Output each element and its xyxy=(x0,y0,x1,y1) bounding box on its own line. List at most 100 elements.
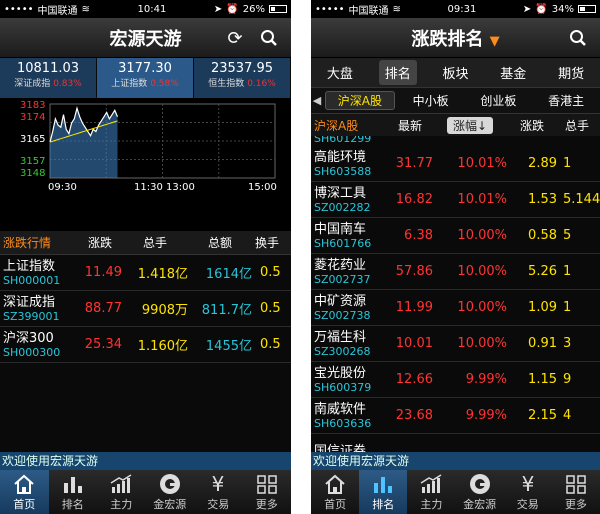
table-row[interactable]: 菱花药业 SZ002737 57.86 10.00% 5.26 1 xyxy=(311,254,600,290)
table-row[interactable]: 万福生科 SZ300268 10.01 10.00% 0.91 3 xyxy=(311,326,600,362)
tab-main-force[interactable]: 主力 xyxy=(407,470,455,514)
nav-bar: 涨跌排名 ▼ xyxy=(311,18,600,58)
change-value: 1.09 xyxy=(528,300,557,315)
pct-value: 10.01% xyxy=(457,192,507,207)
col-latest[interactable]: 最新 xyxy=(387,117,433,134)
index-szcz[interactable]: 10811.03 深证成指 0.83% xyxy=(0,58,97,98)
stock-code: SH600379 xyxy=(314,380,372,394)
subtab-sme[interactable]: 中小板 xyxy=(397,92,465,109)
welcome-ticker: 欢迎使用宏源天游 xyxy=(0,452,291,470)
subtab-gem[interactable]: 创业板 xyxy=(465,92,533,109)
change-value: 2.89 xyxy=(528,156,557,171)
tab-sector[interactable]: 板块 xyxy=(436,60,474,85)
stock-code: SH603588 xyxy=(314,164,372,178)
tab-label: 交易 xyxy=(516,498,539,511)
stock-name: 菱花药业 xyxy=(314,257,367,273)
clock: 10:41 xyxy=(137,3,167,15)
bar-chart-icon xyxy=(374,477,393,493)
refresh-icon[interactable]: ⟳ xyxy=(223,26,247,50)
y-tick: 3183 xyxy=(20,100,46,111)
tab-jinhongyuan[interactable]: 金宏源 xyxy=(456,470,504,514)
tab-home[interactable]: 首页 xyxy=(0,470,49,514)
header-market[interactable]: 涨跌行情 xyxy=(0,234,78,251)
yen-icon: ¥ xyxy=(212,473,225,495)
pct-value: 9.99% xyxy=(465,408,507,423)
change-value: 5.26 xyxy=(528,264,557,279)
tab-trade[interactable]: ¥ 交易 xyxy=(194,470,243,514)
volume-value: 4 xyxy=(563,408,572,423)
table-row[interactable]: 沪深300 SH000300 25.34 1.160亿 1455亿 0.5 xyxy=(0,327,291,363)
tab-ranking[interactable]: 排名 xyxy=(378,60,417,85)
volume-value: 5.144 xyxy=(563,192,600,207)
tab-more[interactable]: 更多 xyxy=(243,470,292,514)
stock-code: SZ002282 xyxy=(314,200,371,214)
stock-name: 博深工具 xyxy=(314,185,367,201)
subtab-hushen-a[interactable]: 沪深A股 xyxy=(325,91,395,110)
title-text: 涨跌排名 xyxy=(411,28,484,50)
partial-row-code: SH601299 xyxy=(314,136,372,145)
index-szzs[interactable]: 3177.30 上证指数 0.58% xyxy=(97,58,194,98)
tab-label: 更多 xyxy=(564,498,587,511)
col-change[interactable]: 涨跌 xyxy=(507,117,557,134)
tab-home[interactable]: 首页 xyxy=(311,470,359,514)
table-row[interactable]: 南威软件 SH603636 23.68 9.99% 2.15 4 xyxy=(311,398,600,434)
tab-trade[interactable]: ¥ 交易 xyxy=(504,470,552,514)
latest-value: 6.38 xyxy=(404,228,433,243)
tab-more[interactable]: 更多 xyxy=(552,470,600,514)
table-row[interactable]: 中矿资源 SZ002738 11.99 10.00% 1.09 1 xyxy=(311,290,600,326)
home-icon xyxy=(14,474,34,494)
index-value: 3177.30 xyxy=(118,61,172,76)
location-icon: ➤ xyxy=(213,3,223,15)
header-turnover[interactable]: 换手 xyxy=(252,234,282,251)
col-volume[interactable]: 总手 xyxy=(557,117,597,134)
battery-icon xyxy=(577,5,596,13)
chevron-left-icon[interactable]: ◀ xyxy=(311,94,323,107)
col-pct-sort[interactable]: 涨幅↓ xyxy=(446,116,494,134)
volume-value: 1 xyxy=(563,300,572,315)
header-volume[interactable]: 总手 xyxy=(122,234,188,251)
table-row[interactable]: 深证成指 SZ399001 88.77 9908万 811.7亿 0.5 xyxy=(0,291,291,327)
intraday-chart[interactable]: 3183 3174 3165 3157 3148 09:30 11:30 13:… xyxy=(0,98,291,231)
location-icon: ➤ xyxy=(522,3,532,15)
header-change[interactable]: 涨跌 xyxy=(78,234,122,251)
tab-main-force[interactable]: 主力 xyxy=(97,470,146,514)
stock-name: 南威软件 xyxy=(314,401,367,417)
pct-value: 10.00% xyxy=(457,336,507,351)
table-row[interactable]: 中国南车 SH601766 6.38 10.00% 0.58 5 xyxy=(311,218,600,254)
battery-percent: 34% xyxy=(551,3,574,15)
change-value: 2.15 xyxy=(528,408,557,423)
index-name: 上证指数 xyxy=(111,79,148,89)
tab-label: 主力 xyxy=(420,498,443,511)
latest-value: 31.77 xyxy=(395,156,433,171)
header-amount[interactable]: 总额 xyxy=(188,234,252,251)
market-subtabs: ◀ 沪深A股 中小板 创业板 香港主 xyxy=(311,88,600,114)
x-tick: 15:00 xyxy=(248,182,277,193)
screen-gap xyxy=(291,0,311,514)
home-icon xyxy=(325,474,345,494)
amount-value: 1614亿 xyxy=(205,267,252,282)
wifi-icon: ≋ xyxy=(392,3,401,15)
index-bar: 10811.03 深证成指 0.83% 3177.30 上证指数 0.58% 235… xyxy=(0,58,291,98)
stock-code: SZ300268 xyxy=(314,344,371,358)
table-row[interactable]: 上证指数 SH000001 11.49 1.418亿 1614亿 0.5 xyxy=(0,255,291,291)
table-row[interactable]: 高能环境 SH603588 31.77 10.01% 2.89 1 xyxy=(311,146,600,182)
change-value: 88.77 xyxy=(84,301,122,316)
tab-futures[interactable]: 期货 xyxy=(552,60,590,85)
volume-value: 1.160亿 xyxy=(137,339,188,354)
tab-ranking[interactable]: 排名 xyxy=(49,470,98,514)
subtab-hk[interactable]: 香港主 xyxy=(532,92,600,109)
table-row[interactable]: 博深工具 SZ002282 16.82 10.01% 1.53 5.144 xyxy=(311,182,600,218)
table-row[interactable]: 宝光股份 SH600379 12.66 9.99% 1.15 9 xyxy=(311,362,600,398)
index-hszs[interactable]: 23537.95 恒生指数 0.16% xyxy=(194,58,291,98)
search-icon[interactable] xyxy=(566,26,590,50)
tab-ranking[interactable]: 排名 xyxy=(359,470,408,514)
tab-jinhongyuan[interactable]: 金宏源 xyxy=(146,470,195,514)
change-value: 1.53 xyxy=(528,192,557,207)
tab-label: 主力 xyxy=(110,498,133,511)
search-icon[interactable] xyxy=(257,26,281,50)
index-change: 0.83% xyxy=(53,79,82,89)
tab-market[interactable]: 大盘 xyxy=(321,60,359,85)
index-name: 深证成指 xyxy=(14,79,51,89)
tab-fund[interactable]: 基金 xyxy=(494,60,532,85)
page-title[interactable]: 涨跌排名 ▼ xyxy=(411,25,499,51)
